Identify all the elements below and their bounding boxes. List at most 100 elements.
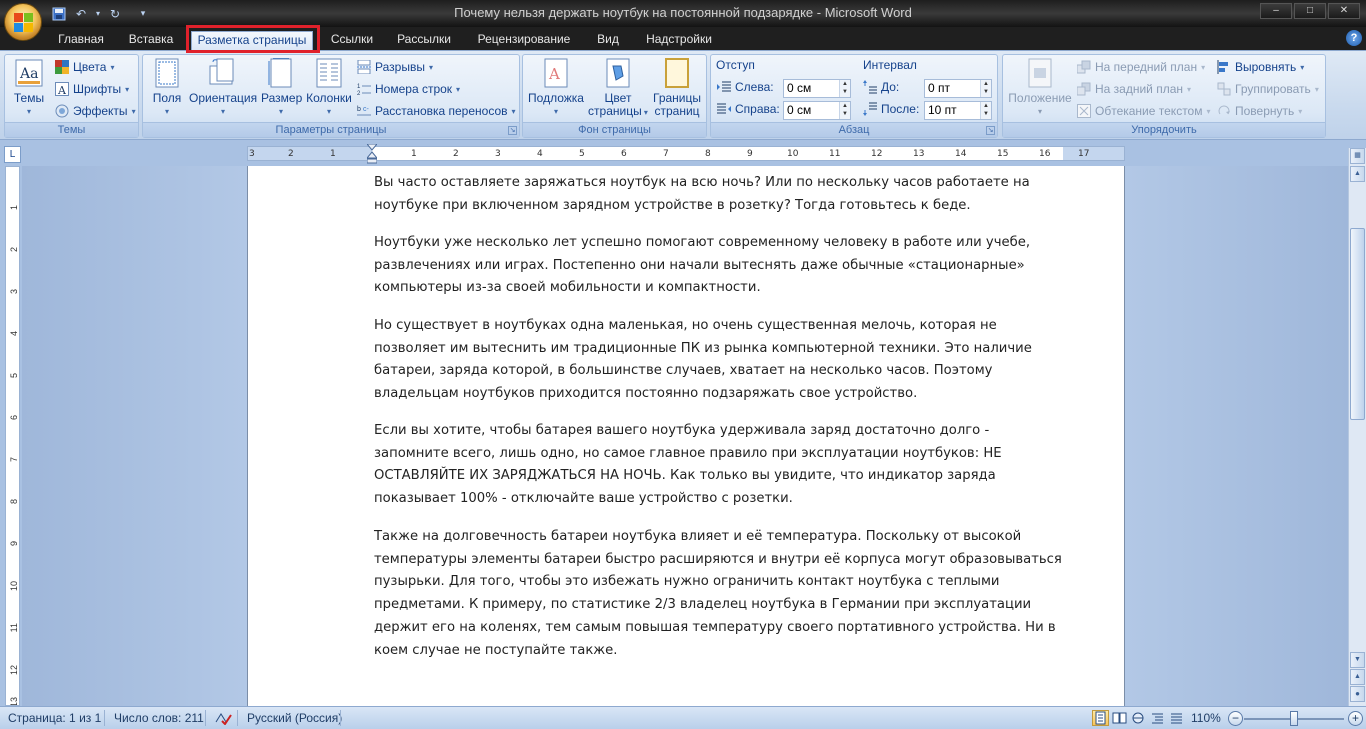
tab-selector-icon[interactable]: L xyxy=(4,146,21,163)
ruler-tick: 17 xyxy=(1078,149,1090,159)
margins-button[interactable]: Поля ▾ xyxy=(149,58,185,118)
spacing-after-input[interactable]: 10 пт ▲ ▼ xyxy=(924,101,992,120)
chevron-down-icon: ▾ xyxy=(220,107,225,116)
rotate-button[interactable]: Повернуть ▾ xyxy=(1217,101,1302,121)
zoom-level[interactable]: 110% xyxy=(1191,711,1221,725)
watermark-button[interactable]: A Подложка ▾ xyxy=(527,58,585,118)
spinner-arrows-icon[interactable]: ▲ ▼ xyxy=(839,102,850,119)
document-page[interactable]: Вы часто оставляете заряжаться ноутбук н… xyxy=(247,166,1125,706)
ruler-tick: 7 xyxy=(9,457,19,463)
orientation-icon xyxy=(209,58,237,88)
web-layout-view-icon[interactable] xyxy=(1130,710,1147,726)
paragraph[interactable]: Но существует в ноутбуках одна маленькая… xyxy=(374,315,1064,406)
paragraph-dialog-launcher-icon[interactable]: ↘ xyxy=(986,126,995,135)
ruler-tick: 7 xyxy=(663,149,669,159)
tab-insert[interactable]: Вставка xyxy=(120,31,182,50)
status-page[interactable]: Страница: 1 из 1 xyxy=(8,711,101,725)
tab-mailings[interactable]: Рассылки xyxy=(390,31,458,50)
previous-page-icon[interactable]: ▲ xyxy=(1350,669,1365,685)
ruler-tick: 10 xyxy=(787,149,799,159)
svg-text:c-: c- xyxy=(363,106,370,113)
ruler-tick: 3 xyxy=(495,149,501,159)
scroll-up-icon[interactable]: ▲ xyxy=(1350,166,1365,182)
tab-addins[interactable]: Надстройки xyxy=(636,31,722,50)
ruler-tick: 9 xyxy=(747,149,753,159)
orientation-button[interactable]: Ориентация ▾ xyxy=(189,58,257,118)
spinner-arrows-icon[interactable]: ▲ ▼ xyxy=(839,80,850,97)
paragraph[interactable]: Вы часто оставляете заряжаться ноутбук н… xyxy=(374,172,1064,217)
status-language[interactable]: Русский (Россия) xyxy=(247,711,342,725)
page-setup-dialog-launcher-icon[interactable]: ↘ xyxy=(508,126,517,135)
tab-page-layout[interactable]: Разметка страницы xyxy=(191,31,313,50)
bring-to-front-button[interactable]: На передний план ▾ xyxy=(1076,57,1205,77)
vertical-scrollbar[interactable]: ▦ ▲ ▼ ▲ ● xyxy=(1348,148,1366,706)
indent-marker-icon[interactable] xyxy=(365,143,379,164)
send-to-back-button[interactable]: На задний план ▾ xyxy=(1076,79,1191,99)
zoom-in-icon[interactable]: + xyxy=(1348,711,1363,726)
help-icon[interactable]: ? xyxy=(1346,30,1362,46)
rotate-icon xyxy=(1217,104,1231,118)
zoom-slider-thumb[interactable] xyxy=(1290,711,1298,726)
office-button[interactable] xyxy=(4,3,42,41)
hyphenation-icon: b c- xyxy=(357,104,371,118)
chevron-down-icon: ▾ xyxy=(1298,106,1303,116)
scroll-down-icon[interactable]: ▼ xyxy=(1350,652,1365,668)
minimize-button[interactable]: – xyxy=(1260,3,1292,19)
chevron-down-icon: ▾ xyxy=(553,107,558,116)
chevron-down-icon: ▾ xyxy=(428,62,433,72)
indent-right-input[interactable]: 0 см ▲ ▼ xyxy=(783,101,851,120)
spinner-arrows-icon[interactable]: ▲ ▼ xyxy=(980,102,991,119)
print-layout-view-icon[interactable] xyxy=(1092,710,1109,726)
group-objects-button[interactable]: Группировать ▾ xyxy=(1217,79,1319,99)
chevron-down-icon: ▾ xyxy=(641,108,648,117)
theme-fonts-button[interactable]: A Шрифты ▾ xyxy=(55,79,129,99)
browse-object-icon[interactable]: ● xyxy=(1350,686,1365,702)
size-icon xyxy=(267,57,295,88)
draft-view-icon[interactable] xyxy=(1168,710,1185,726)
page-color-button[interactable]: Цвет страницы ▾ xyxy=(587,58,649,119)
full-screen-reading-view-icon[interactable] xyxy=(1111,710,1128,726)
status-word-count[interactable]: Число слов: 211 xyxy=(114,711,204,725)
scroll-thumb[interactable] xyxy=(1350,228,1365,420)
tab-references[interactable]: Ссылки xyxy=(322,31,382,50)
align-button[interactable]: Выровнять ▾ xyxy=(1217,57,1304,77)
themes-icon: Aa xyxy=(15,58,43,88)
close-button[interactable]: ✕ xyxy=(1328,3,1360,19)
tab-view[interactable]: Вид xyxy=(588,31,628,50)
ruler-tick: 1 xyxy=(330,149,336,159)
spacing-before-input[interactable]: 0 пт ▲ ▼ xyxy=(924,79,992,98)
spelling-check-icon[interactable] xyxy=(214,710,232,728)
ruler-tick: 2 xyxy=(288,149,294,159)
theme-colors-button[interactable]: Цвета ▾ xyxy=(55,57,114,77)
hyphenation-button[interactable]: b c- Расстановка переносов ▾ xyxy=(357,101,516,121)
position-button[interactable]: Положение ▾ xyxy=(1007,58,1073,118)
line-numbers-button[interactable]: 12 Номера строк ▾ xyxy=(357,79,460,99)
zoom-out-icon[interactable]: − xyxy=(1228,711,1243,726)
svg-text:A: A xyxy=(57,84,67,96)
themes-button[interactable]: Aa Темы ▾ xyxy=(9,58,49,118)
maximize-button[interactable]: □ xyxy=(1294,3,1326,19)
text-wrapping-button[interactable]: Обтекание текстом ▾ xyxy=(1077,101,1211,121)
paragraph[interactable]: Если вы хотите, чтобы батарея вашего ноу… xyxy=(374,420,1064,511)
chevron-down-icon: ▾ xyxy=(1206,106,1211,116)
indent-left-input[interactable]: 0 см ▲ ▼ xyxy=(783,79,851,98)
page-borders-button[interactable]: Границы страниц xyxy=(651,58,703,118)
tab-home[interactable]: Главная xyxy=(50,31,112,50)
svg-text:Aa: Aa xyxy=(19,66,38,82)
paragraph[interactable]: Также на долговечность батареи ноутбука … xyxy=(374,526,1064,662)
size-button[interactable]: Размер ▾ xyxy=(261,57,302,118)
theme-effects-button[interactable]: Эффекты ▾ xyxy=(55,101,136,121)
text-wrap-icon xyxy=(1077,104,1091,118)
vertical-ruler[interactable]: 1 2 3 4 5 6 7 8 9 10 11 12 13 xyxy=(5,166,20,706)
window-title: Почему нельзя держать ноутбук на постоян… xyxy=(454,5,912,20)
horizontal-ruler[interactable]: 3 2 1 1 2 3 4 5 6 7 8 9 10 11 12 13 14 1… xyxy=(247,146,1125,161)
tab-review[interactable]: Рецензирование xyxy=(468,31,580,50)
columns-button[interactable]: Колонки ▾ xyxy=(305,58,353,118)
breaks-button[interactable]: Разрывы ▾ xyxy=(357,57,433,77)
colors-icon xyxy=(55,60,69,74)
ruler-toggle-icon[interactable]: ▦ xyxy=(1350,148,1365,164)
outline-view-icon[interactable] xyxy=(1149,710,1166,726)
svg-text:b: b xyxy=(357,106,361,113)
spinner-arrows-icon[interactable]: ▲ ▼ xyxy=(980,80,991,97)
paragraph[interactable]: Ноутбуки уже несколько лет успешно помог… xyxy=(374,232,1064,300)
